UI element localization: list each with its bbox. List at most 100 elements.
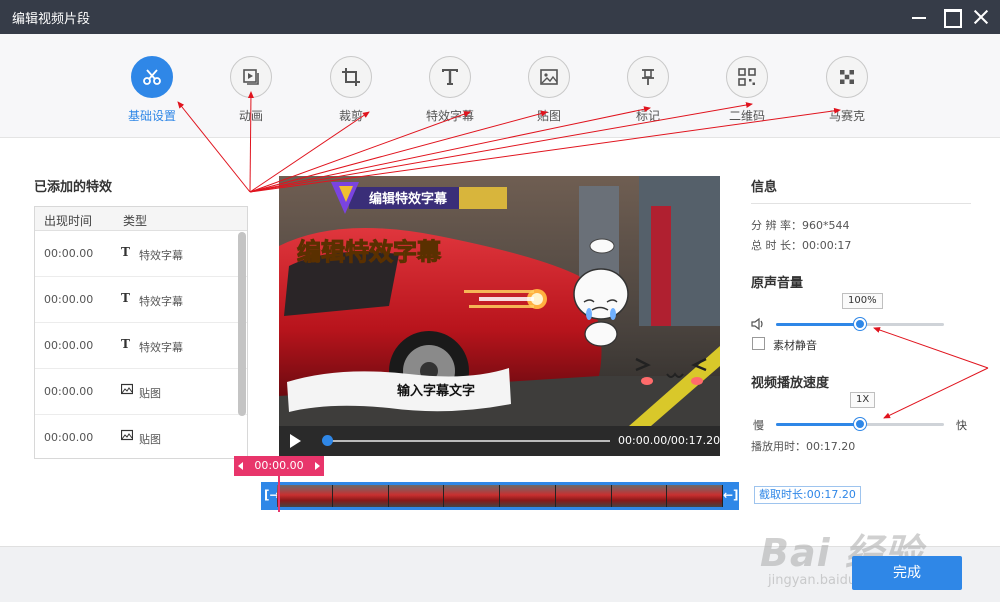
- current-time-value: 00:00.00: [254, 459, 304, 472]
- effect-time: 00:00.00: [44, 431, 94, 444]
- column-header-time: 出现时间: [44, 214, 93, 228]
- timeline-frame: [611, 485, 668, 507]
- speed-value-tip: 1X: [850, 392, 876, 408]
- tool-animation[interactable]: 动画: [211, 52, 291, 132]
- tool-basic-settings[interactable]: 基础设置: [112, 52, 192, 132]
- video-banner-text: 编辑特效字幕: [369, 191, 448, 207]
- column-header-type: 类型: [123, 214, 148, 228]
- pin-icon: [627, 56, 669, 98]
- effect-type: 贴图: [139, 433, 161, 446]
- table-row[interactable]: 00:00.00 T 特效字幕: [35, 231, 247, 277]
- current-time-tag[interactable]: 00:00.00: [234, 456, 324, 476]
- tool-marker[interactable]: 标记: [608, 52, 688, 132]
- tool-effect-subtitle[interactable]: 特效字幕: [410, 52, 490, 132]
- effect-time: 00:00.00: [44, 293, 94, 306]
- text-t-icon: T: [121, 245, 130, 259]
- speaker-icon[interactable]: [751, 317, 767, 334]
- scissors-icon: [131, 56, 173, 98]
- speed-slider-fill: [776, 423, 860, 426]
- timeline-frame: [444, 485, 500, 507]
- effect-type: 贴图: [139, 387, 161, 400]
- thumbnail-strip: [277, 485, 723, 507]
- slow-label: 慢: [753, 419, 764, 432]
- play-time-line: 播放用时：00:17.20: [751, 438, 855, 454]
- effects-panel-title: 已添加的特效: [34, 180, 113, 195]
- close-button[interactable]: [964, 0, 998, 34]
- title-bar: 编辑视频片段: [0, 0, 1000, 34]
- image-icon: [120, 383, 135, 397]
- effects-scrollbar[interactable]: [238, 232, 246, 416]
- info-title: 信息: [751, 180, 778, 195]
- speed-slider-knob[interactable]: [854, 418, 866, 430]
- crop-icon: [330, 56, 372, 98]
- timeline-frame: [332, 485, 389, 507]
- tool-label: 特效字幕: [425, 109, 474, 123]
- effect-time: 00:00.00: [44, 339, 94, 352]
- duration-value: 00:00:17: [802, 239, 852, 252]
- minimize-button[interactable]: [902, 0, 936, 34]
- timeline-frame: [388, 485, 445, 507]
- annotation-arrow: [873, 327, 989, 369]
- done-button[interactable]: 完成: [852, 556, 962, 590]
- video-big-caption: 编辑特效字幕: [297, 238, 442, 266]
- clip-length-label: 截取时长:00:17.20: [754, 486, 861, 504]
- tool-label: 标记: [635, 109, 660, 123]
- table-row[interactable]: 00:00.00 贴图: [35, 369, 247, 415]
- qrcode-icon: [726, 56, 768, 98]
- arrow-group-sliders: [873, 327, 989, 419]
- effect-time: 00:00.00: [44, 247, 94, 260]
- tool-crop[interactable]: 裁剪: [311, 52, 391, 132]
- video-controls: 00:00.00/00:17.20: [279, 426, 720, 456]
- tool-label: 裁剪: [338, 109, 363, 123]
- timeline-frame: [277, 485, 333, 507]
- duration-label: 总 时 长：: [751, 239, 802, 252]
- resolution-label: 分 辨 率：: [751, 219, 802, 232]
- maximize-button[interactable]: [934, 0, 968, 34]
- volume-slider-knob[interactable]: [854, 318, 866, 330]
- tool-label: 贴图: [536, 109, 561, 123]
- speed-title: 视频播放速度: [751, 376, 830, 391]
- time-readout: 00:00.00/00:17.20: [618, 434, 721, 447]
- progress-track[interactable]: [327, 440, 610, 442]
- effect-time: 00:00.00: [44, 385, 94, 398]
- annotation-arrow: [883, 367, 989, 419]
- text-t-icon: T: [121, 291, 130, 305]
- play-time-value: 00:17.20: [806, 440, 856, 453]
- play-time-label: 播放用时：: [751, 440, 806, 453]
- tool-sticker[interactable]: 贴图: [509, 52, 589, 132]
- resolution-value: 960*544: [802, 219, 850, 232]
- table-row[interactable]: 00:00.00 贴图: [35, 415, 247, 458]
- timeline-frame: [500, 485, 556, 507]
- trim-end-handle[interactable]: ←]: [723, 488, 739, 502]
- tool-label: 马赛克: [828, 109, 865, 123]
- tool-label: 基础设置: [127, 109, 176, 123]
- fast-label: 快: [956, 419, 967, 432]
- divider: [751, 203, 971, 204]
- text-t-icon: T: [121, 337, 130, 351]
- table-header: 出现时间 类型: [35, 207, 247, 231]
- play-icon[interactable]: [290, 434, 301, 448]
- effect-type: 特效字幕: [139, 249, 183, 262]
- tool-mosaic[interactable]: 马赛克: [807, 52, 887, 132]
- playhead[interactable]: [278, 476, 280, 512]
- mute-label: 素材静音: [773, 339, 817, 352]
- animation-icon: [230, 56, 272, 98]
- tool-qrcode[interactable]: 二维码: [707, 52, 787, 132]
- text-t-icon: [429, 56, 471, 98]
- effect-type: 特效字幕: [139, 295, 183, 308]
- mute-checkbox[interactable]: [752, 337, 765, 350]
- image-icon: [528, 56, 570, 98]
- table-row[interactable]: 00:00.00 T 特效字幕: [35, 323, 247, 369]
- duration-line: 总 时 长：00:00:17: [751, 237, 851, 253]
- progress-knob[interactable]: [322, 435, 333, 446]
- effect-type: 特效字幕: [139, 341, 183, 354]
- table-row[interactable]: 00:00.00 T 特效字幕: [35, 277, 247, 323]
- mosaic-icon: [826, 56, 868, 98]
- tool-label: 动画: [238, 109, 263, 123]
- video-preview: 编辑特效字幕 编辑特效字幕 输入字幕文字: [279, 176, 720, 426]
- timeline-strip[interactable]: [→ ←]: [261, 482, 739, 510]
- volume-title: 原声音量: [751, 276, 804, 291]
- timeline-frame: [555, 485, 612, 507]
- image-icon: [120, 429, 135, 443]
- video-frame: 编辑特效字幕 编辑特效字幕 输入字幕文字: [279, 176, 720, 426]
